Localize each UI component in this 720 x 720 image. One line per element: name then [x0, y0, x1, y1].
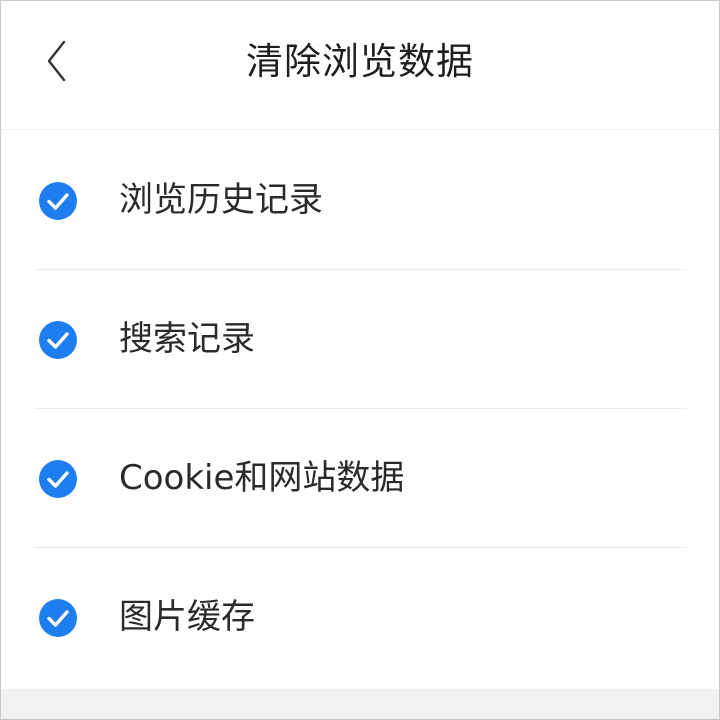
- option-image-cache[interactable]: 图片缓存: [1, 548, 719, 687]
- navigation-bar: 清除浏览数据: [1, 1, 719, 130]
- option-search-history[interactable]: 搜索记录: [1, 270, 719, 409]
- option-label: 图片缓存: [119, 597, 255, 637]
- option-label: Cookie和网站数据: [119, 458, 405, 498]
- checkmark-circle-icon[interactable]: [38, 181, 78, 221]
- option-cookies-site-data[interactable]: Cookie和网站数据: [1, 409, 719, 548]
- checkmark-circle-icon[interactable]: [38, 459, 78, 499]
- screen: 清除浏览数据 浏览历史记录 搜索记录 Cookie和网站数据 图片缓存: [0, 0, 720, 720]
- option-label: 搜索记录: [119, 319, 255, 359]
- bottom-section-background: [1, 689, 719, 719]
- page-title: 清除浏览数据: [246, 40, 474, 83]
- option-browsing-history[interactable]: 浏览历史记录: [1, 131, 719, 270]
- checkmark-circle-icon[interactable]: [38, 598, 78, 638]
- option-label: 浏览历史记录: [119, 180, 323, 220]
- clear-data-options-list: 浏览历史记录 搜索记录 Cookie和网站数据 图片缓存: [1, 131, 719, 687]
- checkmark-circle-icon[interactable]: [38, 320, 78, 360]
